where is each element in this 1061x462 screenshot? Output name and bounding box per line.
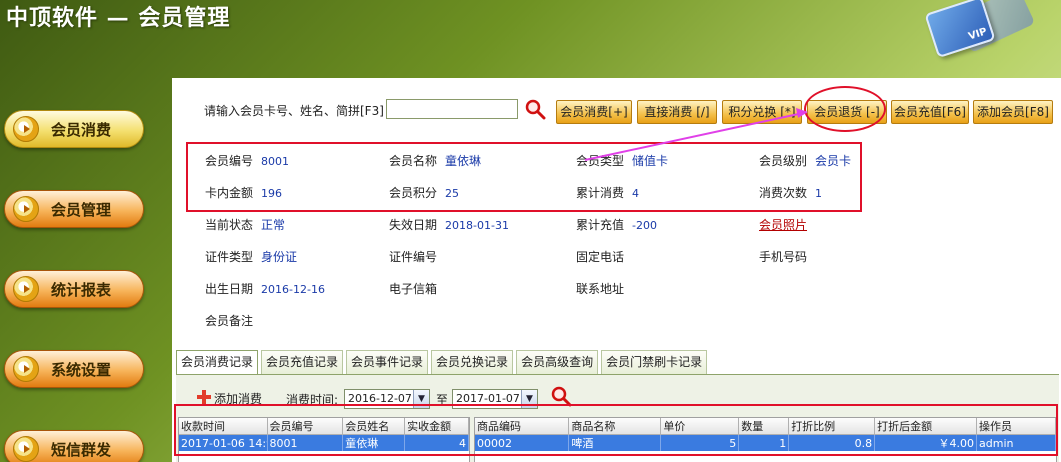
consume-time-label: 消费时间: — [286, 393, 339, 407]
tab-consume-records[interactable]: 会员消费记录 — [176, 350, 259, 374]
expire-value: 2018-01-31 — [445, 219, 509, 232]
plus-icon[interactable] — [196, 389, 212, 405]
cert-type-value: 身份证 — [261, 250, 298, 264]
app-title: 中顶软件 — 会员管理 — [6, 5, 231, 31]
member-id-field: 会员编号 8001 — [205, 154, 290, 168]
date-from-select[interactable]: 2016-12-07 ▼ — [344, 389, 430, 409]
sidebar-item-label: 会员消费 — [51, 120, 112, 139]
member-photo-link[interactable]: 会员照片 — [759, 216, 807, 233]
mobile-field: 手机号码 — [759, 250, 808, 264]
expire-field: 失效日期 2018-01-31 — [389, 218, 509, 232]
member-type-field: 会员类型 储值卡 — [576, 154, 669, 168]
member-level-field: 会员级别 会员卡 — [759, 154, 852, 168]
search-icon[interactable] — [550, 385, 572, 407]
points-field: 会员积分 25 — [389, 186, 460, 200]
add-consume-button[interactable]: 添加消费 — [214, 390, 262, 407]
consume-count-field: 消费次数 1 — [759, 186, 823, 200]
phone-field: 固定电话 — [576, 250, 625, 264]
sidebar-item-label: 系统设置 — [51, 360, 112, 379]
search-label: 请输入会员卡号、姓名、简拼[F3] — [204, 104, 384, 118]
chevron-down-icon[interactable]: ▼ — [521, 390, 537, 408]
tab-access-records[interactable]: 会员门禁刷卡记录 — [601, 350, 708, 374]
points-value: 25 — [445, 187, 460, 200]
total-recharge-field: 累计充值 -200 — [576, 218, 657, 232]
table-row[interactable]: 00002 啤酒 5 1 0.8 ￥4.00 admin — [475, 434, 1056, 451]
member-type-value: 储值卡 — [632, 154, 669, 168]
member-name-field: 会员名称 童依琳 — [389, 154, 482, 168]
chevron-down-icon[interactable]: ▼ — [413, 390, 429, 408]
member-id-value: 8001 — [261, 155, 290, 168]
sidebar-item-consume[interactable]: 会员消费 — [4, 110, 144, 148]
search-icon[interactable] — [524, 98, 546, 120]
add-member-button[interactable]: 添加会员[F8] — [973, 100, 1053, 124]
member-consume-button[interactable]: 会员消费[+] — [556, 100, 632, 124]
table-row[interactable]: 2017-01-06 14:9 8001 童依琳 4 — [179, 434, 469, 451]
play-icon — [13, 276, 39, 302]
sidebar-item-member-manage[interactable]: 会员管理 — [4, 190, 144, 228]
total-consume-value: 4 — [632, 187, 640, 200]
product-table: 商品编码 商品名称 单价 数量 打折比例 打折后金额 操作员 00002 啤酒 … — [474, 417, 1057, 462]
tab-event-records[interactable]: 会员事件记录 — [346, 350, 429, 374]
balance-value: 196 — [261, 187, 283, 200]
search-row: 请输入会员卡号、姓名、简拼[F3] 会员消费[+] 直接消费 [/] 积分兑换 … — [172, 78, 1061, 138]
table-header: 商品编码 商品名称 单价 数量 打折比例 打折后金额 操作员 — [475, 418, 1056, 435]
total-consume-field: 累计消费 4 — [576, 186, 640, 200]
main-panel: 请输入会员卡号、姓名、简拼[F3] 会员消费[+] 直接消费 [/] 积分兑换 … — [172, 78, 1061, 462]
sidebar-item-label: 统计报表 — [51, 280, 112, 299]
vip-logo-text: VIP — [967, 26, 989, 43]
sidebar-item-reports[interactable]: 统计报表 — [4, 270, 144, 308]
address-field: 联系地址 — [576, 282, 625, 296]
sidebar-item-label: 短信群发 — [51, 440, 112, 459]
direct-consume-button[interactable]: 直接消费 [/] — [637, 100, 717, 124]
sidebar-item-settings[interactable]: 系统设置 — [4, 350, 144, 388]
record-tabs: 会员消费记录 会员充值记录 会员事件记录 会员兑换记录 会员高级查询 会员门禁刷… — [176, 350, 710, 374]
play-icon — [13, 436, 39, 462]
tab-recharge-records[interactable]: 会员充值记录 — [261, 350, 344, 374]
consume-records-panel: 添加消费 消费时间: 2016-12-07 ▼ 至 2017-01-07 ▼ 收… — [176, 374, 1059, 462]
search-input[interactable] — [386, 99, 518, 119]
tab-exchange-records[interactable]: 会员兑换记录 — [431, 350, 514, 374]
birth-value: 2016-12-16 — [261, 283, 325, 296]
tab-advanced-query[interactable]: 会员高级查询 — [516, 350, 599, 374]
email-field: 电子信箱 — [389, 282, 438, 296]
play-icon — [13, 196, 39, 222]
remark-field: 会员备注 — [205, 314, 254, 328]
member-return-button[interactable]: 会员退货 [-] — [807, 100, 887, 124]
birth-field: 出生日期 2016-12-16 — [205, 282, 325, 296]
cert-no-field: 证件编号 — [389, 250, 438, 264]
balance-field: 卡内金额 196 — [205, 186, 283, 200]
cert-type-field: 证件类型 身份证 — [205, 250, 298, 264]
vip-card-logo: VIP — [924, 0, 996, 59]
sidebar-item-label: 会员管理 — [51, 200, 112, 219]
consume-count-value: 1 — [815, 187, 823, 200]
table-header: 收款时间 会员编号 会员姓名 实收金额 — [179, 418, 469, 435]
member-level-value: 会员卡 — [815, 154, 852, 168]
sidebar-item-sms[interactable]: 短信群发 — [4, 430, 144, 462]
to-label: 至 — [436, 393, 449, 407]
play-icon — [13, 116, 39, 142]
status-value: 正常 — [261, 218, 286, 232]
member-name-value: 童依琳 — [445, 154, 482, 168]
total-recharge-value: -200 — [632, 219, 657, 232]
play-icon — [13, 356, 39, 382]
date-to-select[interactable]: 2017-01-07 ▼ — [452, 389, 538, 409]
points-exchange-button[interactable]: 积分兑换 [*] — [722, 100, 802, 124]
member-recharge-button[interactable]: 会员充值[F6] — [891, 100, 969, 124]
status-field: 当前状态 正常 — [205, 218, 286, 232]
receipt-table: 收款时间 会员编号 会员姓名 实收金额 2017-01-06 14:9 8001… — [178, 417, 470, 462]
